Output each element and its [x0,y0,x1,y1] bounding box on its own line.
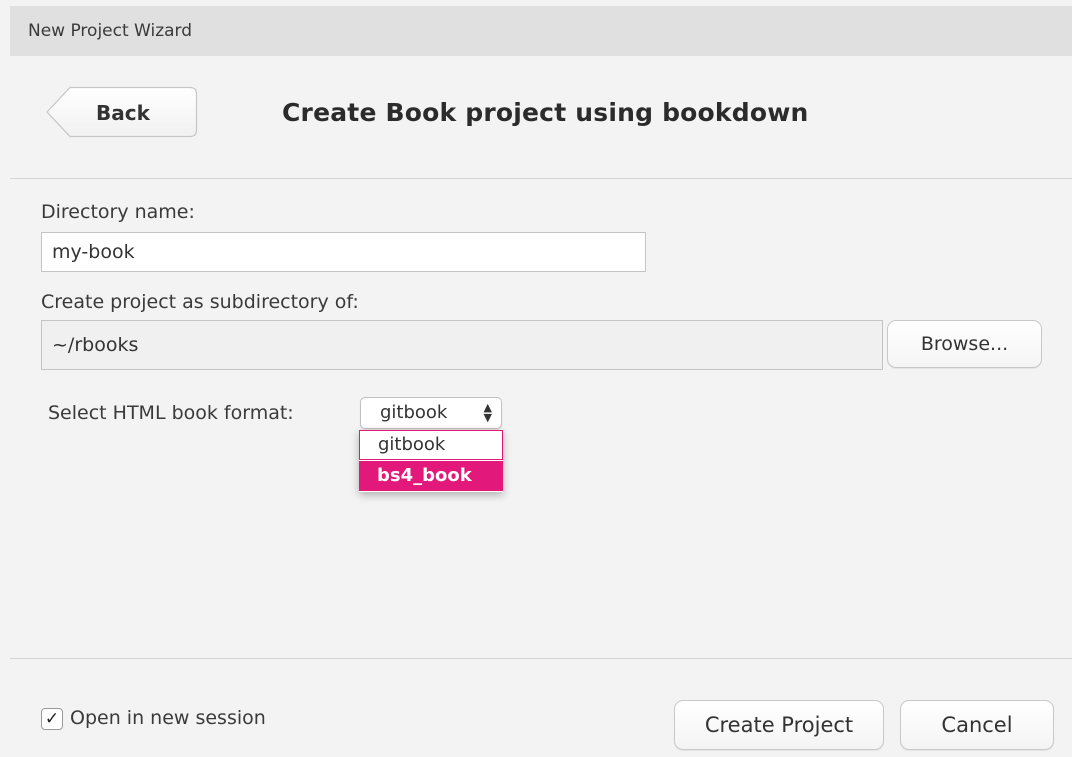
checkmark-icon: ✓ [44,709,60,729]
chevron-updown-icon: ▲ ▼ [483,401,492,424]
format-option-gitbook[interactable]: gitbook [359,430,503,460]
browse-button[interactable]: Browse... [887,320,1042,368]
footer-divider [10,658,1072,659]
cancel-button-label: Cancel [941,713,1013,737]
create-project-button-label: Create Project [704,713,854,737]
wizard-title: Create Book project using bookdown [282,98,809,127]
open-session-checkbox[interactable]: ✓ [41,708,63,730]
directory-name-input[interactable] [41,232,646,272]
subdirectory-label: Create project as subdirectory of: [41,291,359,313]
window-titlebar: New Project Wizard [10,6,1072,56]
format-option-bs4-book[interactable]: bs4_book [359,461,503,491]
back-button-label: Back [96,101,150,125]
book-format-dropdown: gitbook bs4_book [359,430,503,492]
book-format-select[interactable]: gitbook ▲ ▼ [360,397,502,429]
book-format-selected-value: gitbook [380,402,448,423]
back-button[interactable]: Back [46,86,198,138]
create-project-button[interactable]: Create Project [674,700,884,750]
subdirectory-path-input[interactable] [41,320,883,370]
cancel-button[interactable]: Cancel [900,700,1054,750]
directory-name-label: Directory name: [41,201,195,223]
window-title: New Project Wizard [28,21,193,41]
open-session-label: Open in new session [70,707,266,729]
book-format-label: Select HTML book format: [48,402,294,424]
browse-button-label: Browse... [920,333,1009,355]
